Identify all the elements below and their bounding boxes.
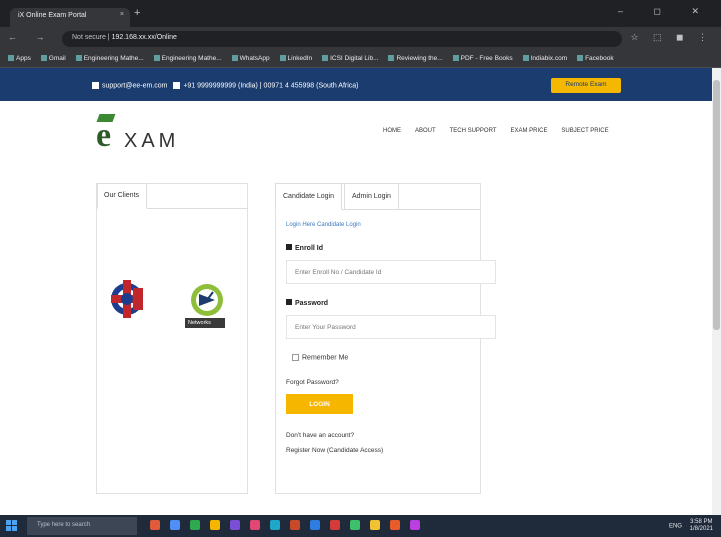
tab-our-clients[interactable]: Our Clients xyxy=(97,183,147,209)
phone-icon xyxy=(173,82,181,89)
bookmark-item[interactable]: PDF - Free Books xyxy=(452,55,513,62)
web-page: support@ee-em.com +91 9999999999 (India)… xyxy=(0,68,712,515)
bookmark-icon xyxy=(452,55,459,62)
lock-icon xyxy=(286,299,292,305)
scrollbar-thumb[interactable] xyxy=(713,80,720,330)
nav-tech-support[interactable]: TECH SUPPORT xyxy=(450,128,497,134)
new-tab-button[interactable]: + xyxy=(134,7,140,19)
tab-divider xyxy=(147,208,248,209)
login-tabs: Candidate Login Admin Login xyxy=(275,183,480,210)
tab-candidate-login[interactable]: Candidate Login xyxy=(275,183,342,210)
taskbar-app-icon[interactable] xyxy=(270,520,280,530)
nav-home[interactable]: HOME xyxy=(383,128,401,134)
taskbar-app-icon[interactable] xyxy=(170,520,180,530)
bookmark-item[interactable]: WhatsApp xyxy=(231,55,270,62)
browser-tab-title: iX Online Exam Portal xyxy=(18,12,87,19)
taskbar-app-icon[interactable] xyxy=(410,520,420,530)
bookmark-icon xyxy=(153,55,160,62)
bookmark-icon xyxy=(231,55,238,62)
taskbar-search[interactable]: Type here to search xyxy=(27,517,137,535)
nav-subject-price[interactable]: SUBJECT PRICE xyxy=(561,128,608,134)
address-bar-row: ← → ⟳ ⌂ Not secure | 192.168.xx.xx/Onlin… xyxy=(0,27,721,51)
password-label: Password xyxy=(286,299,472,309)
user-icon xyxy=(286,244,292,250)
clients-panel: Our Clients Networks xyxy=(96,183,248,494)
bookmark-item[interactable]: Indiabix.com xyxy=(522,55,567,62)
remember-checkbox[interactable] xyxy=(292,354,299,361)
contact-email[interactable]: support@ee-em.com xyxy=(102,82,167,89)
taskbar-app-icon[interactable] xyxy=(150,520,160,530)
windows-start-icon[interactable] xyxy=(6,520,18,532)
system-tray: ENG 3:58 PM 1/8/2021 xyxy=(669,519,713,533)
bookmark-item[interactable]: LinkedIn xyxy=(279,55,312,62)
url-field[interactable]: Not secure | 192.168.xx.xx/Online xyxy=(62,31,622,47)
login-button[interactable]: LOGIN xyxy=(286,394,353,415)
bookmark-item[interactable]: Apps xyxy=(8,55,31,62)
bookmark-item[interactable]: ICSI Digital Lib... xyxy=(322,55,379,62)
taskbar-apps xyxy=(150,520,430,532)
contact-phone: +91 9999999999 (India) | 00971 4 455998 … xyxy=(183,82,359,90)
taskbar-app-icon[interactable] xyxy=(250,520,260,530)
url-scheme: Not secure | xyxy=(72,34,112,41)
window-controls[interactable]: – ◻ ✕ xyxy=(618,6,713,17)
extension-icons[interactable]: ☆ ⬚ ◼ ⋮ xyxy=(630,32,713,43)
bookmark-item[interactable]: Facebook xyxy=(577,55,614,62)
bookmark-item[interactable]: Gmail xyxy=(40,55,66,62)
taskbar-app-icon[interactable] xyxy=(210,520,220,530)
forgot-password-link[interactable]: Forgot Password? xyxy=(286,379,472,386)
email-icon xyxy=(92,82,99,89)
login-form: Login Here Candidate Login Enroll Id Pas… xyxy=(286,222,496,454)
nav-about[interactable]: ABOUT xyxy=(415,128,436,134)
main-nav: HOME ABOUT TECH SUPPORT EXAM PRICE SUBJE… xyxy=(383,127,621,134)
bookmark-item[interactable]: Engineering Mathe... xyxy=(75,55,144,62)
register-link[interactable]: Register Now (Candidate Access) xyxy=(286,447,472,454)
taskbar-app-icon[interactable] xyxy=(310,520,320,530)
taskbar-app-icon[interactable] xyxy=(190,520,200,530)
bookmark-item[interactable]: Reviewing the... xyxy=(388,55,443,62)
bookmark-item[interactable]: Engineering Mathe... xyxy=(153,55,222,62)
windows-taskbar: Type here to search ENG 3:58 PM 1/8/2021 xyxy=(0,515,721,537)
contact-info: support@ee-em.com +91 9999999999 (India)… xyxy=(92,82,359,89)
bookmark-icon xyxy=(8,55,14,62)
url-text: 192.168.xx.xx/Online xyxy=(111,34,177,41)
client-logo-caption: Networks xyxy=(188,320,211,326)
bookmark-icon xyxy=(388,55,395,62)
remember-label: Remember Me xyxy=(302,354,349,362)
clock-date: 1/8/2021 xyxy=(689,526,713,532)
taskbar-app-icon[interactable] xyxy=(230,520,240,530)
logo-letter: e xyxy=(96,117,112,154)
taskbar-clock[interactable]: 3:58 PM 1/8/2021 xyxy=(690,519,713,533)
remote-exam-button[interactable]: Remote Exam xyxy=(551,78,621,93)
login-subtitle: Login Here Candidate Login xyxy=(286,222,361,228)
bookmark-icon xyxy=(40,55,47,62)
browser-tab-bar: iX Online Exam Portal × + – ◻ ✕ xyxy=(0,0,721,27)
enroll-input[interactable] xyxy=(286,260,496,284)
clock-time: 3:58 PM xyxy=(690,519,713,525)
bookmarks-bar: Apps Gmail Engineering Mathe... Engineer… xyxy=(0,51,721,68)
taskbar-app-icon[interactable] xyxy=(390,520,400,530)
no-account-text: Don't have an account? xyxy=(286,432,355,440)
bookmark-icon xyxy=(322,55,329,62)
logo-text: XAM xyxy=(124,130,180,152)
enroll-label: Enroll Id xyxy=(286,244,472,254)
remember-me[interactable]: Remember Me xyxy=(292,354,472,361)
bookmark-icon xyxy=(522,55,529,62)
taskbar-app-icon[interactable] xyxy=(370,520,380,530)
taskbar-app-icon[interactable] xyxy=(290,520,300,530)
contact-strip: support@ee-em.com +91 9999999999 (India)… xyxy=(0,68,712,101)
taskbar-app-icon[interactable] xyxy=(330,520,340,530)
taskbar-app-icon[interactable] xyxy=(350,520,360,530)
password-input[interactable] xyxy=(286,315,496,339)
browser-tab[interactable]: iX Online Exam Portal × xyxy=(10,8,130,27)
bookmark-icon xyxy=(577,55,584,62)
bookmark-icon xyxy=(75,55,82,62)
tab-close-icon[interactable]: × xyxy=(120,11,124,18)
tab-admin-login[interactable]: Admin Login xyxy=(344,183,399,210)
nav-exam-price[interactable]: EXAM PRICE xyxy=(510,128,547,134)
bookmark-icon xyxy=(279,55,286,62)
client-logo-gear xyxy=(111,280,143,318)
login-panel: Candidate Login Admin Login Login Here C… xyxy=(275,183,496,494)
tray-language[interactable]: ENG xyxy=(669,524,682,530)
